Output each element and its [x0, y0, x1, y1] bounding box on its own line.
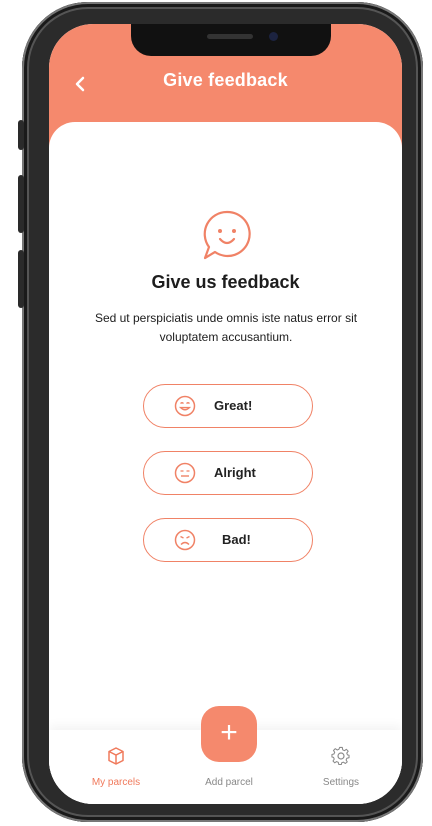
tab-add-parcel[interactable]: + Add parcel — [184, 706, 274, 804]
tab-add-parcel-label: Add parcel — [205, 777, 253, 788]
parcel-box-icon — [108, 747, 124, 765]
phone-volume-up-button — [18, 175, 24, 233]
speaker-grille — [207, 34, 253, 39]
bad-option-label: Bad! — [222, 532, 251, 547]
front-camera — [269, 32, 278, 41]
page-title: Give feedback — [163, 70, 288, 90]
tab-my-parcels[interactable]: My parcels — [71, 730, 161, 804]
alright-option-label: Alright — [214, 465, 256, 480]
tab-my-parcels-label: My parcels — [91, 777, 141, 788]
plus-icon: + — [220, 716, 238, 749]
content-card: Give us feedback Sed ut perspiciatis und… — [49, 122, 402, 804]
great-option-button[interactable]: Great! — [143, 384, 313, 428]
bad-option-button[interactable]: Bad! — [143, 518, 313, 562]
great-option-label: Great! — [214, 398, 253, 413]
sad-face-icon — [174, 529, 196, 551]
add-parcel-button[interactable]: + — [201, 706, 257, 762]
tab-settings-label: Settings — [322, 777, 360, 788]
gear-icon — [331, 746, 350, 766]
phone-notch — [131, 24, 331, 56]
neutral-face-icon — [174, 462, 196, 484]
feedback-description: Sed ut perspiciatis unde omnis iste natu… — [94, 311, 358, 344]
phone-mute-switch — [18, 120, 24, 150]
phone-volume-down-button — [18, 250, 24, 308]
smiley-speech-bubble-icon — [203, 210, 251, 260]
app-screen: Give feedback Give us feedback Sed ut pe… — [49, 24, 402, 804]
happy-face-icon — [174, 395, 196, 417]
alright-option-button[interactable]: Alright — [143, 451, 313, 495]
bottom-tab-bar: My parcels + Add parcel Settings — [49, 706, 402, 804]
feedback-heading: Give us feedback — [151, 272, 300, 292]
tab-settings[interactable]: Settings — [296, 730, 386, 804]
